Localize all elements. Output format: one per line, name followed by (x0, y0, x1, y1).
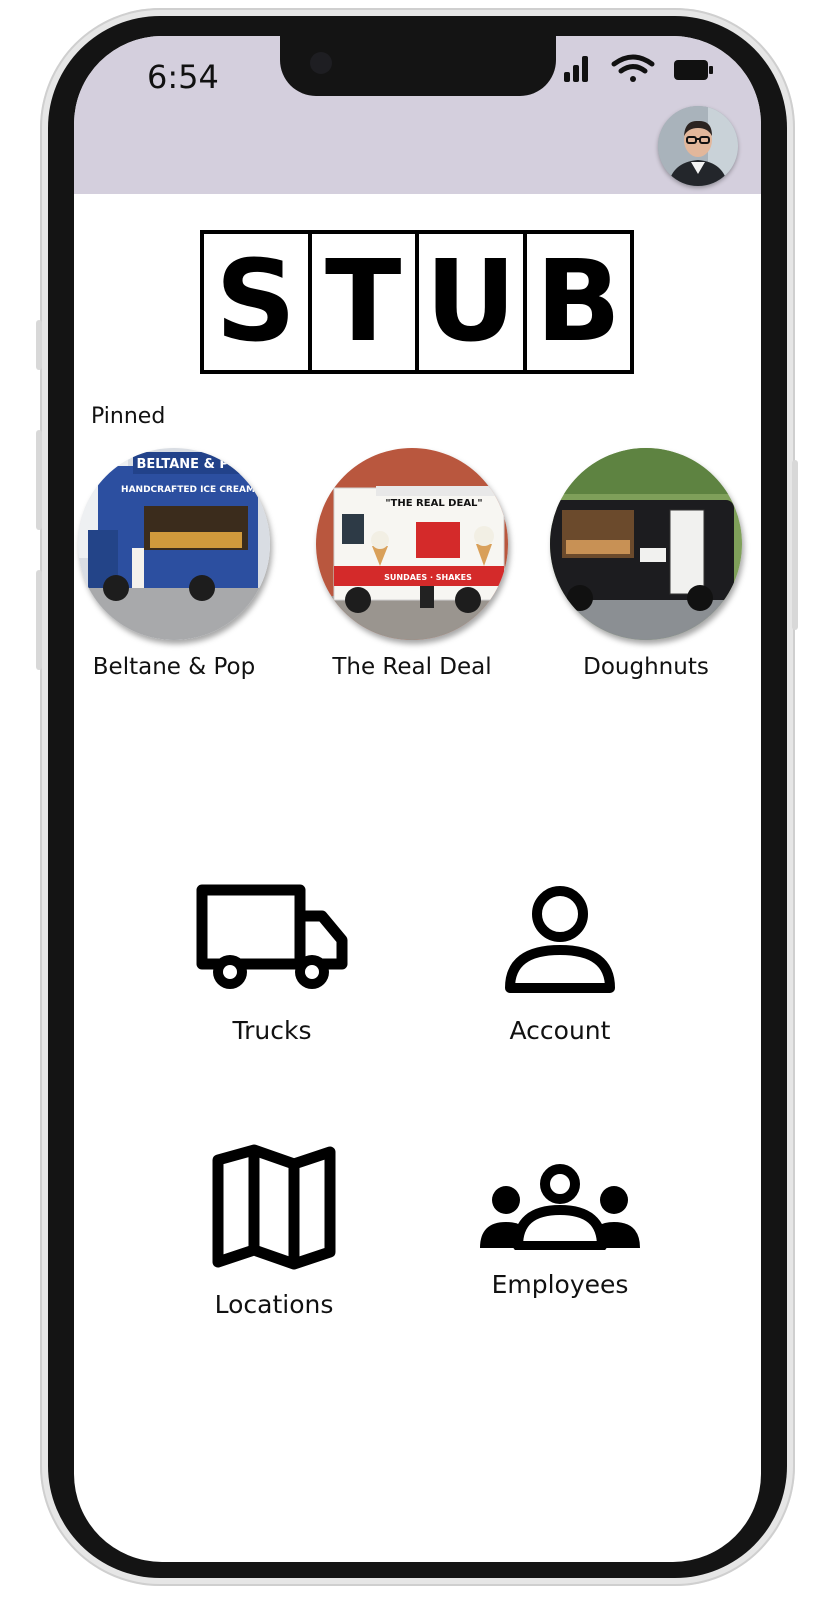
nav-employees[interactable]: Employees (450, 1164, 670, 1299)
volume-down-button (36, 570, 42, 670)
truck-sign-text: BELTANE & POP (136, 457, 249, 472)
truck-tagline-text: HANDCRAFTED ICE CREAM (121, 485, 255, 495)
pinned-truck-name: Beltane & Pop (92, 654, 256, 680)
pinned-truck-name: The Real Deal (332, 654, 492, 680)
truck-icon (196, 884, 348, 989)
truck-photo[interactable]: BELTANE & POP HANDCRAFTED ICE CREAM (78, 448, 270, 640)
nav-locations[interactable]: Locations (164, 1144, 384, 1319)
status-icons (562, 52, 722, 88)
volume-up-button (36, 430, 42, 530)
power-button (792, 460, 798, 630)
pinned-truck-beltane-pop[interactable]: BELTANE & POP HANDCRAFTED ICE CREAM Belt… (74, 448, 274, 680)
silent-switch (36, 320, 42, 370)
logo-letter: U (419, 234, 527, 370)
truck-photo[interactable]: "THE REAL DEAL" SUNDAES · SHAKES (316, 448, 508, 640)
pinned-truck-name: Doughnuts (583, 654, 709, 680)
signal-icon (564, 56, 588, 82)
nav-account[interactable]: Account (450, 884, 670, 1045)
group-icon (480, 1164, 640, 1250)
device-notch (280, 36, 556, 96)
battery-icon (674, 60, 713, 80)
logo-letter: S (204, 234, 312, 370)
nav-account-label: Account (509, 1016, 611, 1045)
nav-locations-label: Locations (214, 1290, 334, 1319)
truck-photo[interactable] (550, 448, 742, 640)
nav-trucks[interactable]: Trucks (162, 884, 382, 1045)
nav-trucks-label: Trucks (232, 1016, 312, 1045)
profile-avatar[interactable] (658, 106, 738, 186)
person-icon (505, 886, 615, 993)
logo-letter: B (535, 237, 621, 367)
nav-employees-label: Employees (491, 1270, 629, 1299)
wifi-icon (611, 54, 655, 82)
pinned-section-label: Pinned (91, 404, 166, 429)
truck-tagline-text: SUNDAES · SHAKES (384, 573, 472, 582)
stub-logo: S T U B (200, 230, 634, 374)
pinned-truck-doughnuts[interactable]: Doughnuts (546, 448, 746, 680)
pinned-truck-the-real-deal[interactable]: "THE REAL DEAL" SUNDAES · SHAKES The Rea… (312, 448, 512, 680)
app-screen: 6:54 S T U B Pinned BELTANE & POP HANDCR… (74, 36, 761, 1562)
status-time: 6:54 (147, 58, 219, 96)
front-camera (310, 52, 332, 74)
truck-sign-text: "THE REAL DEAL" (385, 498, 482, 509)
map-icon (212, 1144, 336, 1270)
logo-letter: T (312, 234, 419, 370)
